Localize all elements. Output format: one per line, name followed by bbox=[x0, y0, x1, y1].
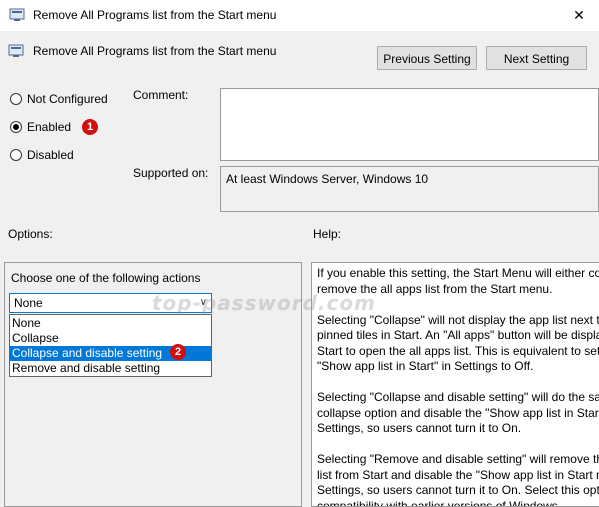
help-paragraph: Selecting "Collapse" will not display th… bbox=[317, 313, 599, 375]
annotation-badge: 1 bbox=[82, 119, 98, 135]
help-line: list from Start and disable the "Show ap… bbox=[317, 468, 599, 482]
help-line: Start to open the all apps list. This is… bbox=[317, 344, 599, 358]
close-icon[interactable]: ✕ bbox=[566, 4, 592, 26]
policy-icon bbox=[9, 8, 25, 22]
watermark: top-password.com bbox=[152, 291, 376, 315]
help-line: "Show app list in Start" in Settings to … bbox=[317, 359, 533, 373]
supported-label: Supported on: bbox=[133, 166, 208, 180]
help-line: Selecting "Remove and disable setting" w… bbox=[317, 452, 599, 466]
comment-textarea[interactable] bbox=[220, 88, 599, 161]
radio-label: Disabled bbox=[27, 148, 74, 162]
radio-circle[interactable] bbox=[10, 149, 22, 161]
supported-on-box: At least Windows Server, Windows 10 bbox=[220, 166, 599, 212]
help-line: Selecting "Collapse and disable setting"… bbox=[317, 390, 599, 404]
options-prompt: Choose one of the following actions bbox=[11, 271, 200, 285]
comment-label: Comment: bbox=[133, 88, 188, 102]
dropdown-option[interactable]: Remove and disable setting bbox=[10, 361, 211, 376]
setting-title: Remove All Programs list from the Start … bbox=[33, 44, 276, 58]
radio-circle[interactable] bbox=[10, 121, 22, 133]
next-setting-button[interactable]: Next Setting bbox=[486, 46, 587, 70]
help-line: If you enable this setting, the Start Me… bbox=[317, 266, 599, 280]
radio-circle[interactable] bbox=[10, 93, 22, 105]
help-line: pinned tiles in Start. An "All apps" but… bbox=[317, 328, 599, 342]
options-label: Options: bbox=[8, 227, 53, 241]
help-paragraph: Selecting "Remove and disable setting" w… bbox=[317, 452, 599, 507]
radio-label: Not Configured bbox=[27, 92, 108, 106]
help-paragraph: Selecting "Collapse and disable setting"… bbox=[317, 390, 599, 437]
radio-disabled[interactable]: Disabled bbox=[10, 147, 74, 163]
previous-setting-button[interactable]: Previous Setting bbox=[377, 46, 477, 70]
dropdown-option[interactable]: None bbox=[10, 316, 211, 331]
radio-label: Enabled bbox=[27, 120, 71, 134]
supported-value: At least Windows Server, Windows 10 bbox=[226, 172, 428, 186]
help-line: Settings, so users cannot turn it to On. bbox=[317, 421, 521, 435]
title-bar: Remove All Programs list from the Start … bbox=[0, 0, 599, 31]
policy-icon bbox=[8, 44, 24, 58]
radio-enabled[interactable]: Enabled 1 bbox=[10, 119, 98, 135]
window-title: Remove All Programs list from the Start … bbox=[33, 8, 276, 22]
help-line: Settings, so users cannot turn it to On.… bbox=[317, 483, 599, 497]
help-line: collapse option and disable the "Show ap… bbox=[317, 406, 599, 420]
select-value: None bbox=[14, 296, 43, 310]
help-label: Help: bbox=[313, 227, 341, 241]
annotation-badge: 2 bbox=[170, 344, 186, 360]
radio-not-configured[interactable]: Not Configured bbox=[10, 91, 108, 107]
